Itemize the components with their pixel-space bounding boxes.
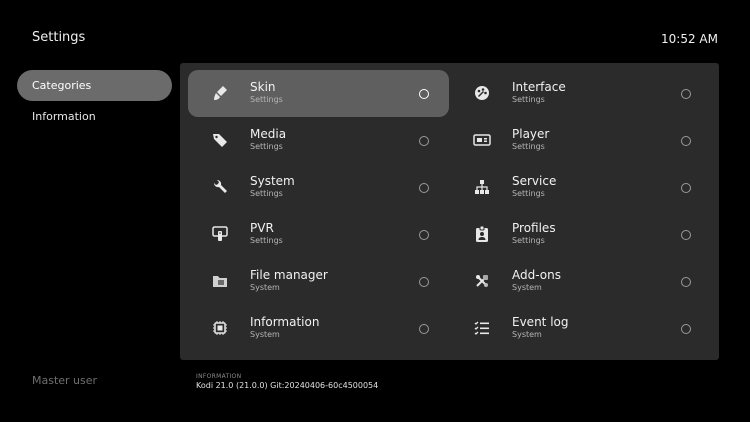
tile-sublabel: Settings bbox=[250, 95, 283, 104]
tile-label: Add-ons bbox=[512, 268, 561, 282]
radio-indicator bbox=[419, 277, 429, 287]
tile-label: Profiles bbox=[512, 221, 556, 235]
master-user-label[interactable]: Master user bbox=[32, 374, 97, 387]
folder-icon bbox=[211, 272, 229, 290]
paintbrush-icon bbox=[211, 84, 229, 102]
radio-indicator bbox=[681, 183, 691, 193]
tile-service[interactable]: Service Settings bbox=[450, 164, 711, 211]
player-icon bbox=[473, 131, 491, 149]
tile-sublabel: System bbox=[512, 330, 542, 339]
tile-sublabel: Settings bbox=[512, 236, 545, 245]
badge-icon bbox=[473, 225, 491, 243]
radio-indicator bbox=[419, 324, 429, 334]
tile-label: Service bbox=[512, 174, 557, 188]
tile-skin[interactable]: Skin Settings bbox=[188, 70, 449, 117]
radio-indicator bbox=[681, 89, 691, 99]
network-icon bbox=[473, 178, 491, 196]
tile-sublabel: Settings bbox=[512, 95, 545, 104]
tile-label: PVR bbox=[250, 221, 274, 235]
radio-indicator bbox=[419, 89, 429, 99]
tile-sublabel: Settings bbox=[250, 189, 283, 198]
info-label: INFORMATION bbox=[196, 373, 242, 380]
tile-pvr[interactable]: PVR Settings bbox=[188, 211, 449, 258]
radio-indicator bbox=[681, 277, 691, 287]
list-icon bbox=[473, 319, 491, 337]
radio-indicator bbox=[681, 324, 691, 334]
sidebar-item-categories[interactable]: Categories bbox=[17, 70, 172, 101]
tile-sublabel: System bbox=[512, 283, 542, 292]
radio-indicator bbox=[419, 136, 429, 146]
page-title: Settings bbox=[32, 30, 86, 45]
settings-panel: Skin Settings Interface Settings Media S… bbox=[180, 63, 719, 360]
palette-icon bbox=[473, 84, 491, 102]
radio-indicator bbox=[419, 183, 429, 193]
tile-label: Player bbox=[512, 127, 550, 141]
tile-interface[interactable]: Interface Settings bbox=[450, 70, 711, 117]
tile-sublabel: System bbox=[250, 283, 280, 292]
addons-icon bbox=[473, 272, 491, 290]
tile-label: Event log bbox=[512, 315, 569, 329]
tile-label: File manager bbox=[250, 268, 328, 282]
tile-add-ons[interactable]: Add-ons System bbox=[450, 258, 711, 305]
tile-media[interactable]: Media Settings bbox=[188, 117, 449, 164]
tags-icon bbox=[211, 131, 229, 149]
wrench-icon bbox=[211, 178, 229, 196]
tile-label: Media bbox=[250, 127, 287, 141]
sidebar: Categories Information bbox=[17, 70, 172, 132]
tile-sublabel: Settings bbox=[512, 189, 545, 198]
tile-sublabel: Settings bbox=[512, 142, 545, 151]
tile-label: System bbox=[250, 174, 295, 188]
tile-player[interactable]: Player Settings bbox=[450, 117, 711, 164]
chip-icon bbox=[211, 319, 229, 337]
tile-information[interactable]: Information System bbox=[188, 305, 449, 352]
tile-sublabel: System bbox=[250, 330, 280, 339]
radio-indicator bbox=[681, 230, 691, 240]
sidebar-item-information[interactable]: Information bbox=[17, 101, 172, 132]
tv-remote-icon bbox=[211, 225, 229, 243]
tile-label: Skin bbox=[250, 80, 276, 94]
radio-indicator bbox=[419, 230, 429, 240]
tile-system[interactable]: System Settings bbox=[188, 164, 449, 211]
tile-label: Interface bbox=[512, 80, 566, 94]
tile-label: Information bbox=[250, 315, 320, 329]
tile-profiles[interactable]: Profiles Settings bbox=[450, 211, 711, 258]
tile-sublabel: Settings bbox=[250, 236, 283, 245]
tile-file-manager[interactable]: File manager System bbox=[188, 258, 449, 305]
radio-indicator bbox=[681, 136, 691, 146]
tile-sublabel: Settings bbox=[250, 142, 283, 151]
clock: 10:52 AM bbox=[661, 32, 718, 46]
tile-event-log[interactable]: Event log System bbox=[450, 305, 711, 352]
version-info: Kodi 21.0 (21.0.0) Git:20240406-60c45000… bbox=[196, 381, 379, 390]
